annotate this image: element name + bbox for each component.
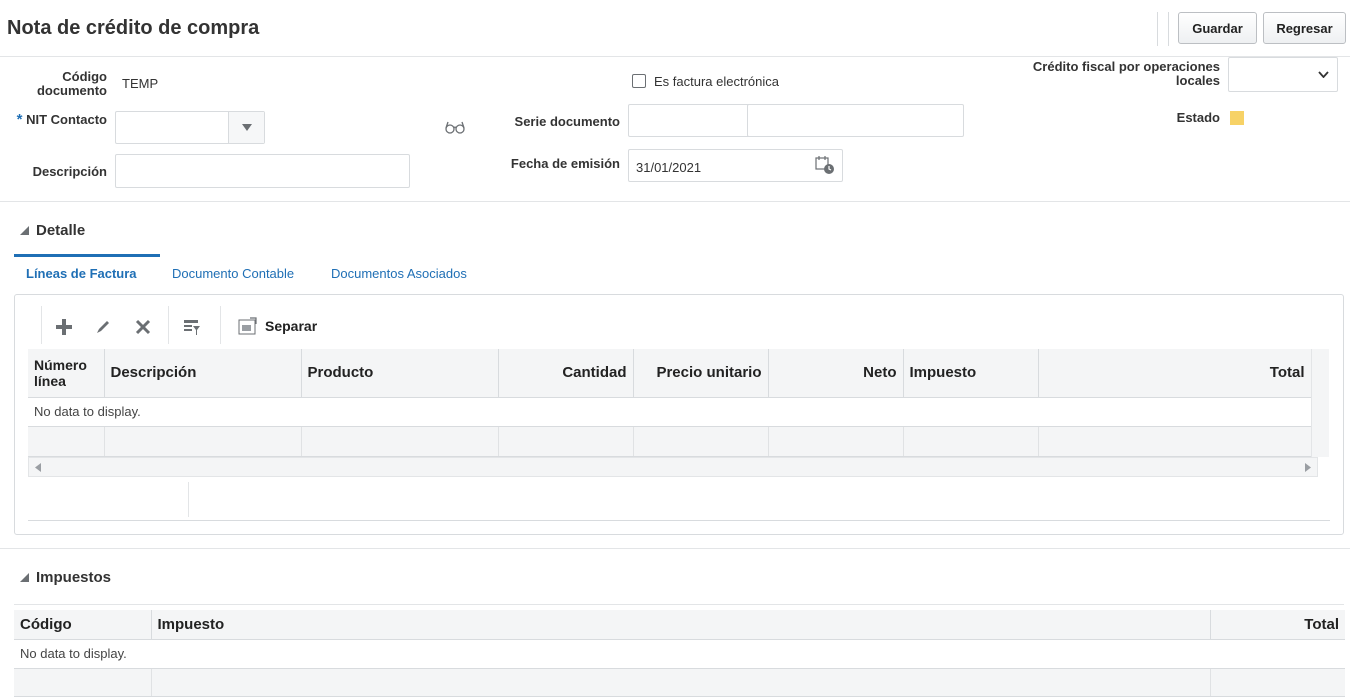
triangle-down-icon: [241, 124, 252, 131]
detalle-section-header[interactable]: Detalle: [20, 222, 85, 239]
toolbar-separator: [168, 306, 169, 344]
header-divider: [0, 56, 1350, 57]
fecha-emision-label: Fecha de emisión: [510, 156, 620, 171]
descripcion-input[interactable]: [115, 154, 410, 188]
es-factura-electronica-checkbox[interactable]: [632, 74, 646, 88]
nit-contacto-label: * NIT Contacto: [10, 111, 107, 128]
active-tab-indicator: [14, 254, 160, 257]
column-header-total[interactable]: Total: [1210, 610, 1345, 640]
estado-indicator: [1230, 111, 1244, 125]
plus-icon[interactable]: [53, 316, 75, 338]
detalle-section-title: Detalle: [36, 222, 86, 239]
pencil-icon[interactable]: [92, 316, 114, 338]
nit-contacto-label-text: NIT Contacto: [26, 112, 107, 127]
toolbar-separator: [1168, 12, 1169, 46]
form-divider: [0, 201, 1350, 202]
column-header-neto[interactable]: Neto: [768, 349, 904, 398]
separar-button[interactable]: Separar: [238, 317, 317, 335]
column-header-descripcion[interactable]: Descripción: [104, 349, 302, 398]
nit-contacto-combo[interactable]: [115, 111, 265, 144]
toolbar-separator: [41, 306, 42, 344]
fecha-emision-input[interactable]: 31/01/2021: [628, 149, 843, 182]
no-data-row: No data to display.: [14, 639, 1345, 669]
delete-icon[interactable]: [132, 316, 154, 338]
column-header-precio-unitario[interactable]: Precio unitario: [633, 349, 769, 398]
section-divider: [0, 548, 1350, 549]
serie-documento-label: Serie documento: [514, 114, 620, 129]
combo-dropdown-button[interactable]: [228, 112, 264, 143]
column-header-producto[interactable]: Producto: [301, 349, 499, 398]
codigo-documento-label: Código documento: [36, 69, 107, 98]
impuestos-section-title: Impuestos: [36, 569, 112, 586]
column-header-total[interactable]: Total: [1038, 349, 1312, 398]
filter-icon[interactable]: [181, 316, 203, 338]
impuestos-header-divider: [14, 604, 1344, 605]
tab-documentos-asociados[interactable]: Documentos Asociados: [331, 266, 467, 281]
table-footer-row: [28, 426, 1312, 457]
credito-fiscal-select[interactable]: [1228, 57, 1338, 92]
estado-label: Estado: [1176, 110, 1220, 125]
fecha-emision-value: 31/01/2021: [636, 160, 702, 175]
no-data-message: No data to display.: [14, 639, 1345, 669]
separar-label: Separar: [265, 318, 318, 334]
es-factura-electronica-label: Es factura electrónica: [654, 74, 780, 89]
required-indicator: *: [16, 111, 23, 128]
column-header-impuesto[interactable]: Impuesto: [151, 610, 1211, 640]
column-header-numero-linea[interactable]: Número línea: [28, 349, 105, 398]
impuestos-section-header[interactable]: Impuestos: [20, 569, 111, 586]
chevron-down-icon: [1318, 71, 1329, 78]
panel-footer-line: [28, 520, 1330, 521]
tab-lineas-de-factura[interactable]: Líneas de Factura: [26, 266, 137, 281]
impuestos-table: Código Impuesto Total No data to display…: [14, 610, 1345, 697]
toolbar-separator: [1157, 12, 1158, 46]
table-footer-row: [14, 668, 1345, 697]
column-header-impuesto[interactable]: Impuesto: [903, 349, 1039, 398]
tab-documento-contable[interactable]: Documento Contable: [172, 266, 294, 281]
toolbar-separator: [220, 306, 221, 344]
scroll-right-icon[interactable]: [1305, 463, 1311, 472]
glasses-icon[interactable]: [445, 120, 465, 134]
detalle-table: Número línea Descripción Producto Cantid…: [28, 349, 1312, 457]
save-button[interactable]: Guardar: [1178, 12, 1257, 44]
no-data-message: No data to display.: [28, 397, 1311, 427]
no-data-row: No data to display.: [28, 397, 1311, 427]
descripcion-label: Descripción: [32, 164, 107, 179]
collapse-triangle-icon: [20, 573, 29, 582]
scroll-left-icon[interactable]: [35, 463, 41, 472]
table-header-row: Número línea Descripción Producto Cantid…: [28, 349, 1312, 398]
detach-icon: [238, 317, 257, 335]
credito-fiscal-label: Crédito fiscal por operaciones locales: [1032, 59, 1220, 88]
calendar-icon[interactable]: [815, 155, 835, 178]
page-title: Nota de crédito de compra: [7, 17, 260, 39]
horizontal-scrollbar[interactable]: [28, 457, 1318, 477]
back-button[interactable]: Regresar: [1263, 12, 1346, 44]
column-header-codigo[interactable]: Código: [14, 610, 152, 640]
table-header-row: Código Impuesto Total: [14, 610, 1345, 640]
vertical-scrollbar[interactable]: [1311, 349, 1329, 457]
codigo-documento-value: TEMP: [122, 76, 159, 91]
collapse-triangle-icon: [20, 226, 29, 235]
column-header-cantidad[interactable]: Cantidad: [498, 349, 634, 398]
numero-documento-input[interactable]: [747, 104, 964, 137]
footer-separator: [188, 482, 189, 517]
